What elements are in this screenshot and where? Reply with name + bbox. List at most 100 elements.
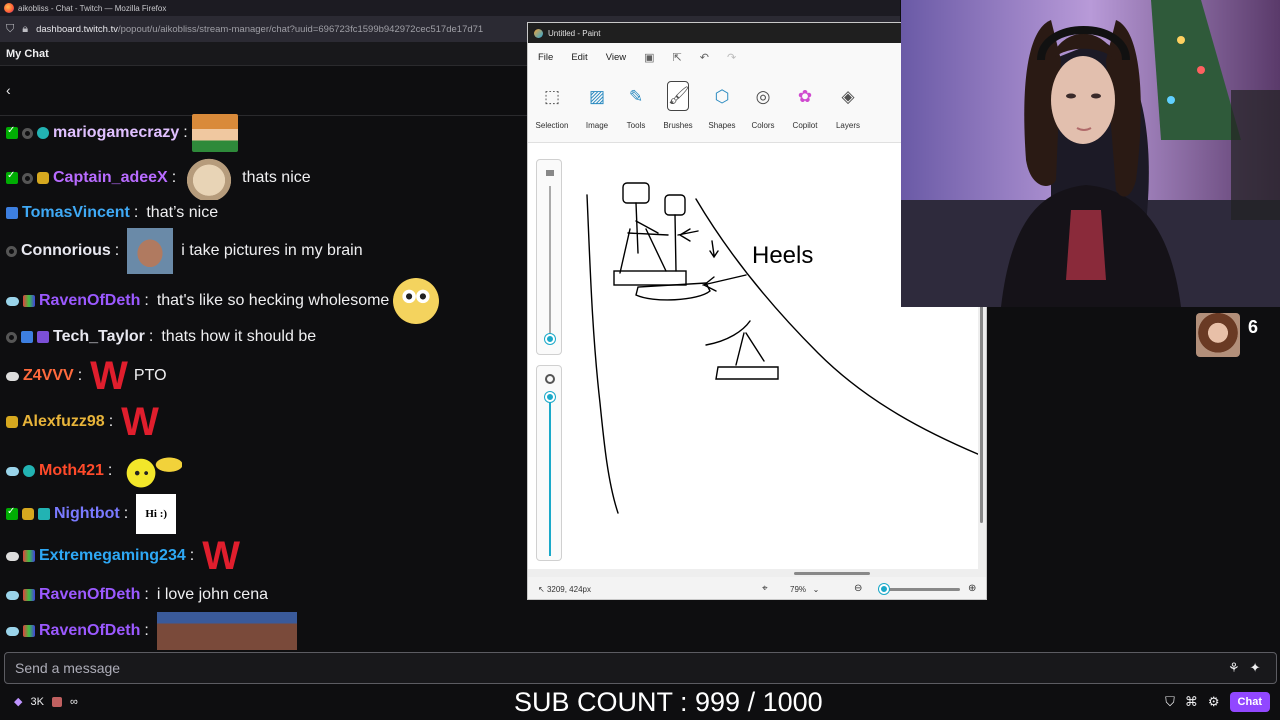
- copilot-icon: ✿: [797, 87, 813, 106]
- layers-icon: ◈: [841, 87, 855, 106]
- chat-username[interactable]: mariogamecrazy: [53, 124, 179, 142]
- figure-three: [705, 320, 765, 366]
- chat-send-button[interactable]: Chat: [1229, 692, 1270, 712]
- mod-shield-icon[interactable]: ⛉: [1165, 694, 1175, 710]
- chat-username[interactable]: RavenOfDeth: [39, 292, 140, 310]
- firefox-logo-icon: [4, 3, 14, 13]
- sparkle-icon[interactable]: ✦: [1250, 660, 1261, 676]
- chat-username[interactable]: Connorious: [21, 242, 111, 260]
- tool-colors[interactable]: ◎ Colors: [741, 81, 785, 130]
- chat-username[interactable]: Captain_adeeX: [53, 169, 168, 187]
- url-domain: dashboard.twitch.tv: [36, 23, 118, 35]
- chat-message: Z4VVV: W PTO: [6, 354, 167, 398]
- menu-file[interactable]: File: [538, 52, 553, 63]
- tool-shapes[interactable]: ⬡ Shapes: [700, 81, 744, 130]
- zoom-out-icon[interactable]: ⊖: [854, 583, 862, 594]
- chat-message: Nightbot: Hi :): [6, 494, 177, 534]
- chat-text: i love john cena: [156, 586, 268, 603]
- zoom-select[interactable]: 79% ⌄: [790, 585, 819, 594]
- chat-username[interactable]: Moth421: [39, 462, 104, 480]
- redo-icon[interactable]: ↷: [727, 51, 736, 64]
- chat-separator: :: [107, 462, 113, 479]
- opacity-knob[interactable]: [545, 392, 555, 402]
- chat-message-input[interactable]: Send a message: [4, 652, 1277, 684]
- game-badge-icon: [23, 550, 35, 562]
- chat-username[interactable]: RavenOfDeth: [39, 622, 140, 640]
- share-icon[interactable]: ⇱: [673, 51, 682, 64]
- chat-username[interactable]: Alexfuzz98: [22, 413, 105, 431]
- paint-app-icon: [534, 28, 543, 38]
- tool-brushes[interactable]: 🖌︎ Brushes: [656, 81, 700, 130]
- zoom-slider[interactable]: [878, 588, 960, 591]
- alien-badge-icon: [37, 127, 49, 139]
- chat-username[interactable]: Nightbot: [54, 505, 120, 523]
- horizontal-scrollbar[interactable]: [528, 569, 986, 577]
- viewer-stats: ◆ 3K ∞: [14, 695, 78, 709]
- undo-icon[interactable]: ↶: [700, 51, 709, 64]
- tool-layers[interactable]: ◈ Layers: [826, 81, 870, 130]
- settings-gear-icon[interactable]: ⚙: [1208, 694, 1220, 710]
- brush-size-slider[interactable]: [536, 159, 562, 355]
- chat-username[interactable]: TomasVincent: [22, 204, 130, 222]
- viewer-counter: 6: [1196, 313, 1258, 357]
- tool-tools[interactable]: ✎ Tools: [614, 81, 658, 130]
- tool-label: Tools: [626, 121, 646, 130]
- crown-badge-icon: [37, 172, 49, 184]
- tool-image[interactable]: ▨ Image: [575, 81, 619, 130]
- url-path: /popout/u/aikobliss/stream-manager/chat?…: [117, 23, 484, 35]
- tool-label: Brushes: [663, 121, 693, 130]
- selection-icon: ⬚: [543, 87, 561, 106]
- w-emote-icon: W: [90, 354, 128, 398]
- tool-label: Colors: [751, 121, 775, 130]
- small-arrow: [709, 240, 719, 259]
- opacity-slider[interactable]: [536, 365, 562, 561]
- menu-view[interactable]: View: [606, 52, 626, 63]
- menu-edit[interactable]: Edit: [571, 52, 587, 63]
- verified-badge-icon: [6, 506, 18, 520]
- chat-separator: :: [183, 124, 188, 141]
- chat-message-list[interactable]: mariogamecrazy: Captain_adeeX: thats nic…: [0, 112, 520, 650]
- chat-text: thats how it should be: [161, 328, 317, 345]
- chat-separator: :: [171, 169, 177, 186]
- zoom-knob[interactable]: [879, 584, 889, 594]
- cat-emote-icon: [184, 156, 235, 200]
- pencil-icon: ✎: [628, 87, 644, 106]
- chat-username[interactable]: Tech_Taylor: [53, 328, 145, 346]
- shield-icon[interactable]: ⛉: [6, 23, 14, 36]
- chat-message: Tech_Taylor: thats how it should be: [6, 328, 316, 346]
- viewer-number: 6: [1248, 316, 1259, 337]
- tool-label: Copilot: [792, 121, 818, 130]
- glasses-badge-icon: [23, 625, 35, 637]
- paint-status-bar: ↖ 3209, 424px ⌖ 79% ⌄ ⊖ ⊕: [528, 577, 986, 599]
- legs: [619, 228, 667, 274]
- brush-icon: 🖌︎: [667, 81, 690, 111]
- chat-username[interactable]: RavenOfDeth: [39, 586, 140, 604]
- sub-count-overlay: SUB COUNT : 999 / 1000: [514, 687, 823, 717]
- chat-username[interactable]: Z4VVV: [23, 367, 74, 385]
- opacity-icon: [545, 374, 555, 384]
- zoom-in-icon[interactable]: ⊕: [968, 583, 976, 594]
- lock-icon[interactable]: 🔒︎: [22, 23, 28, 36]
- save-icon[interactable]: ▣: [644, 51, 654, 64]
- bits-icon[interactable]: ⚘: [1228, 660, 1240, 676]
- body-two: [674, 214, 677, 272]
- chat-message: RavenOfDeth:: [6, 612, 297, 650]
- chat-message: Alexfuzz98: W: [6, 402, 159, 442]
- shapes-icon: ⬡: [714, 87, 730, 106]
- tool-selection[interactable]: ⬚ Selection: [530, 81, 574, 130]
- size-knob[interactable]: [545, 334, 555, 344]
- prime-badge-icon: [37, 331, 49, 343]
- base-one: [613, 270, 687, 286]
- pin-icon[interactable]: ⌘: [1185, 694, 1198, 710]
- tool-copilot[interactable]: ✿ Copilot: [783, 81, 827, 130]
- points-icon: ◆: [14, 696, 23, 708]
- cloud-badge-icon: [6, 296, 19, 306]
- chat-separator: :: [148, 328, 154, 345]
- gray-badge-icon: [6, 245, 17, 257]
- back-arrow-icon[interactable]: ‹: [6, 82, 11, 98]
- cloud-badge-icon: [6, 590, 19, 600]
- scroll-thumb[interactable]: [794, 572, 870, 575]
- fit-icon[interactable]: ⌖: [762, 583, 768, 594]
- opacity-track: [549, 396, 551, 556]
- chat-username[interactable]: Extremegaming234: [39, 547, 186, 565]
